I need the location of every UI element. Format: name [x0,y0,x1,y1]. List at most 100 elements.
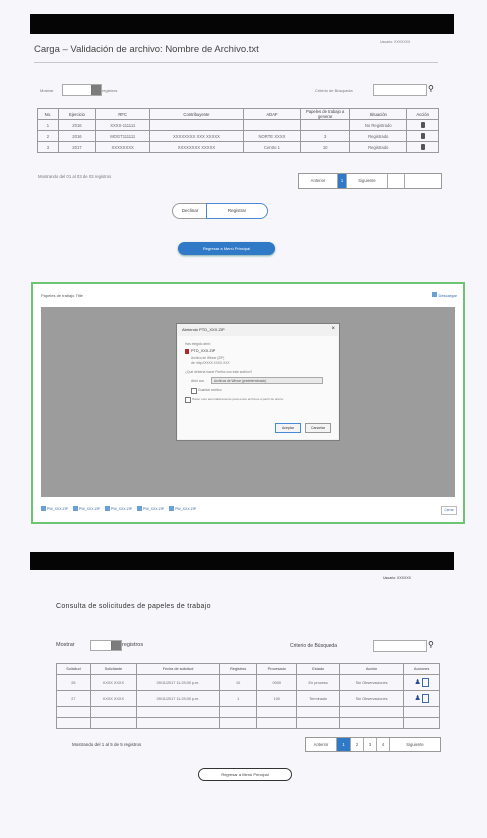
cell: 3 [300,130,351,142]
return-button[interactable]: Regresar a Menú Principal [178,242,275,255]
download-item[interactable]: PW_XXX.ZIP [169,506,196,511]
pager-page-1[interactable]: 1 [338,174,347,188]
col-solicitante: Solicitante [89,663,137,675]
pager-next[interactable]: Siguiente [390,738,440,751]
table-row [56,706,440,718]
register-label: Registrar [227,208,247,213]
page-size-select[interactable] [90,640,122,651]
delete-action[interactable] [406,141,439,153]
cell: 0000 [256,674,298,691]
save-label: Guardar archivo [198,388,222,392]
document-icon[interactable] [421,678,429,688]
pager: Anterior 1 2 3 4 Siguiente [305,737,441,752]
actions-cell: ♟ [403,690,440,707]
open-with-select[interactable]: Archivos de Winrar (predeterminado) [211,377,323,384]
register-button[interactable]: Registrar [206,203,268,219]
trash-icon[interactable] [420,143,425,150]
cell: XXXX-111111 [95,119,151,131]
dialog-question: ¿Qué debería hacer Firefox con este arch… [185,370,253,374]
pager-page-3[interactable]: 3 [364,738,377,751]
cancel-button[interactable]: Cancelar [305,423,331,433]
search-icon[interactable]: ⚲ [428,640,438,650]
decline-label: Declinar [181,208,199,213]
col-ejercicio: Ejercicio [57,108,97,120]
cell: 10 [300,141,351,153]
user-label: Usuario: XXXXXXX [380,40,411,44]
browser-top-right-label: Descargar [438,293,457,298]
pager-blank[interactable] [405,174,441,188]
dialog-close-icon[interactable]: × [331,326,335,332]
cell: 100 [256,690,298,707]
zip-file-icon [73,506,79,511]
cell: Sin Observaciones [338,690,405,707]
return-label: Regresar a Menú Principal [221,772,269,777]
download-item-label: PW_XXX.ZIP [175,506,197,511]
cell: NORTE XXXX [242,130,302,142]
trash-icon[interactable] [420,132,425,139]
zip-file-icon [169,506,175,511]
download-item[interactable]: PW_XXX.ZIP [105,506,132,511]
trash-icon[interactable] [420,121,425,128]
table-row: 1 2016 XXXX-111111 No Registrado [37,119,439,131]
cell: Centro 1 [242,141,302,153]
search-input[interactable] [373,640,427,652]
cell [403,717,440,729]
pager-prev[interactable]: Anterior [299,174,338,188]
delete-action[interactable] [406,130,439,142]
search-icon[interactable]: ⚲ [428,84,438,94]
registros-label: registros [102,88,118,93]
registros-label: registros [122,642,144,648]
search-input[interactable] [373,84,427,96]
document-icon[interactable] [421,694,429,704]
col-situacion: Situación [349,108,408,120]
cell: Sin Observaciones [338,674,405,691]
cell: En proceso [296,674,340,691]
cell: XXXXXXXX XXX XXXXX [149,130,244,142]
page-size-select[interactable] [62,84,102,96]
download-item[interactable]: PW_XXX.ZIP [137,506,164,511]
zip-file-icon [105,506,111,511]
pager-page-1[interactable]: 1 [337,738,351,751]
col-papeles: Papeles de trabajo a generar [300,108,351,120]
mostrar-label: Mostrar [56,642,75,648]
col-accion: Acción [406,108,439,120]
dialog-filename: PTD_XXX.ZIP [191,349,216,353]
open-with-value: Archivos de Winrar (predeterminado) [214,379,267,383]
col-adaf: ADAF [242,108,302,120]
save-checkbox[interactable] [191,388,197,394]
pager-next[interactable]: Siguiente [347,174,388,188]
cell: Registrado [349,141,408,153]
cell: 1 [219,690,258,707]
table-row: 26 XXXX XXXX 09/11/2017 11:23:00 p.m. 10… [56,674,440,691]
users-icon[interactable]: ♟ [414,679,420,686]
remember-checkbox[interactable] [185,397,191,403]
col-rfc: RFC [95,108,151,120]
pager-prev[interactable]: Anterior [306,738,337,751]
download-item-label: PW_XXX.ZIP [79,506,101,511]
return-button[interactable]: Regresar a Menú Principal [198,768,292,781]
accept-button[interactable]: Aceptar [275,423,301,433]
cell: No Registrado [349,119,408,131]
pager-blank[interactable] [388,174,405,188]
download-item-label: PW_XXX.ZIP [111,506,133,511]
pager-page-2[interactable]: 2 [351,738,364,751]
cell: 2 [37,130,59,142]
cell [338,706,405,718]
cell: 1 [37,119,59,131]
download-item[interactable]: PW_XXX.ZIP [41,506,68,511]
cancel-label: Cancelar [310,426,325,430]
col-solicitud: Solicitud [56,663,91,675]
pager-page-4[interactable]: 4 [377,738,390,751]
delete-action[interactable] [406,119,439,131]
cell [219,706,258,718]
cell: XXXXXXXX [95,141,151,153]
browser-top-right[interactable]: Descargar [432,292,457,298]
decline-button[interactable]: Declinar [172,203,207,219]
download-item-label: PW_XXX.ZIP [47,506,69,511]
downloads-bar: PW_XXX.ZIP PW_XXX.ZIP PW_XXX.ZIP PW_XXX.… [41,506,196,511]
close-downloads-button[interactable]: Cerrar [441,506,457,515]
requests-table: Solicitud Solicitante Fecha de solicitud… [56,663,440,729]
cell: 27 [56,690,91,707]
download-item[interactable]: PW_XXX.ZIP [73,506,100,511]
users-icon[interactable]: ♟ [414,695,420,702]
